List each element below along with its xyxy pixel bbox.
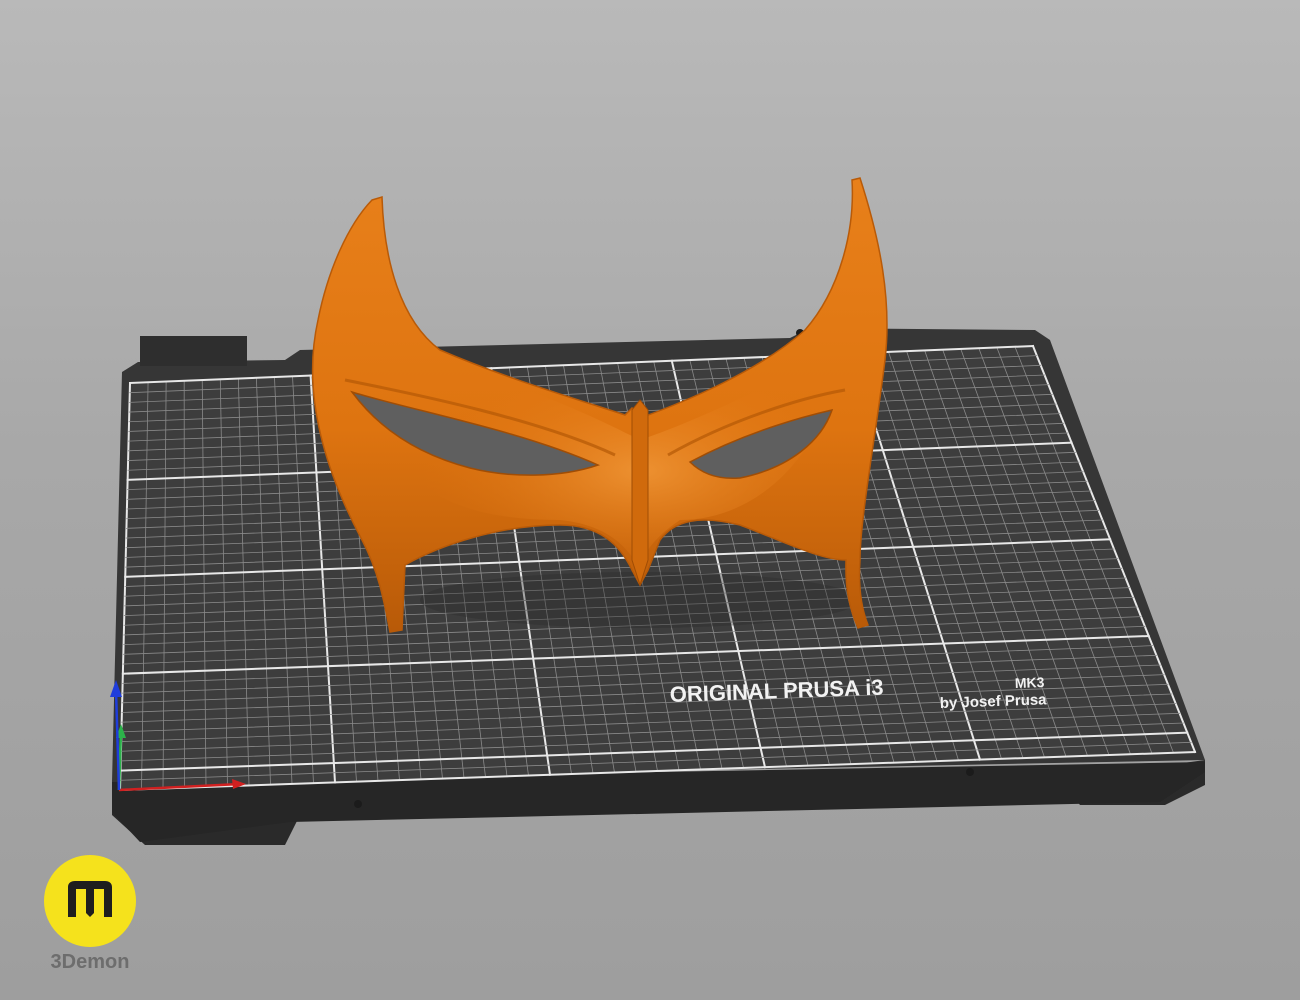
3d-viewport[interactable]: ORIGINAL PRUSA i3 MK3 by Josef Prusa [0,0,1300,1000]
bed-model-text: MK3 [1015,674,1045,691]
brand-watermark: 3Demon [40,855,140,974]
brand-name: 3Demon [50,951,130,973]
m-logo-icon [44,855,136,947]
